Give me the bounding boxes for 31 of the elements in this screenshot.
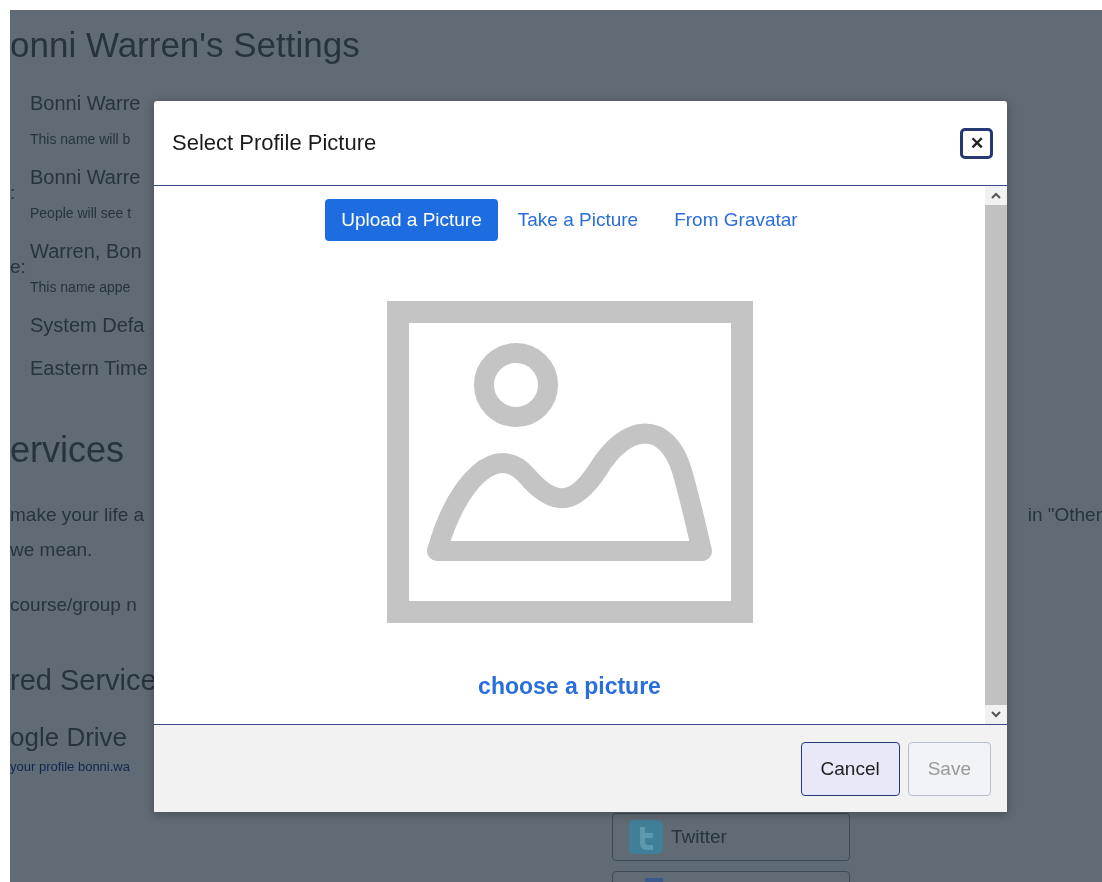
field-value: Bonni Warre [30, 91, 141, 116]
tab[interactable]: Upload a Picture [325, 199, 498, 241]
body-text: in "Other [1027, 503, 1102, 527]
tab[interactable]: From Gravatar [658, 199, 814, 241]
bird-logo-icon [629, 820, 663, 854]
body-text: we mean. [10, 538, 93, 562]
field-value: Eastern Time [30, 356, 148, 381]
field-value: Warren, Bon [30, 239, 142, 264]
dialog-title: Select Profile Picture [172, 130, 377, 156]
body-text: course/group n [10, 593, 137, 617]
scroll-down-icon[interactable] [991, 711, 1001, 718]
field-hint: This name appe [30, 278, 131, 297]
body-text: make your life a [10, 503, 145, 527]
scrollbar[interactable] [985, 186, 1007, 724]
tab[interactable]: Take a Picture [501, 199, 655, 241]
choose-picture-link[interactable]: choose a picture [478, 673, 661, 700]
profile-link[interactable]: your profile bonni.wa [10, 758, 130, 776]
field-value: Bonni Warre [30, 165, 141, 190]
field-hint: People will see t [30, 204, 132, 223]
scroll-up-icon[interactable] [991, 192, 1001, 199]
field-label: e: [10, 256, 26, 278]
field-value: System Defa [30, 313, 145, 338]
cancel-button[interactable]: Cancel [800, 741, 900, 796]
page-title: onni Warren's Settings [10, 24, 360, 66]
field-label: : [10, 182, 16, 204]
field-hint: This name will b [30, 130, 131, 149]
image-placeholder-icon [386, 301, 753, 623]
section-heading: red Service [10, 663, 157, 698]
service-name: ogle Drive [10, 721, 128, 753]
section-heading: ervices [10, 428, 125, 472]
close-button[interactable]: ✕ [960, 127, 993, 159]
